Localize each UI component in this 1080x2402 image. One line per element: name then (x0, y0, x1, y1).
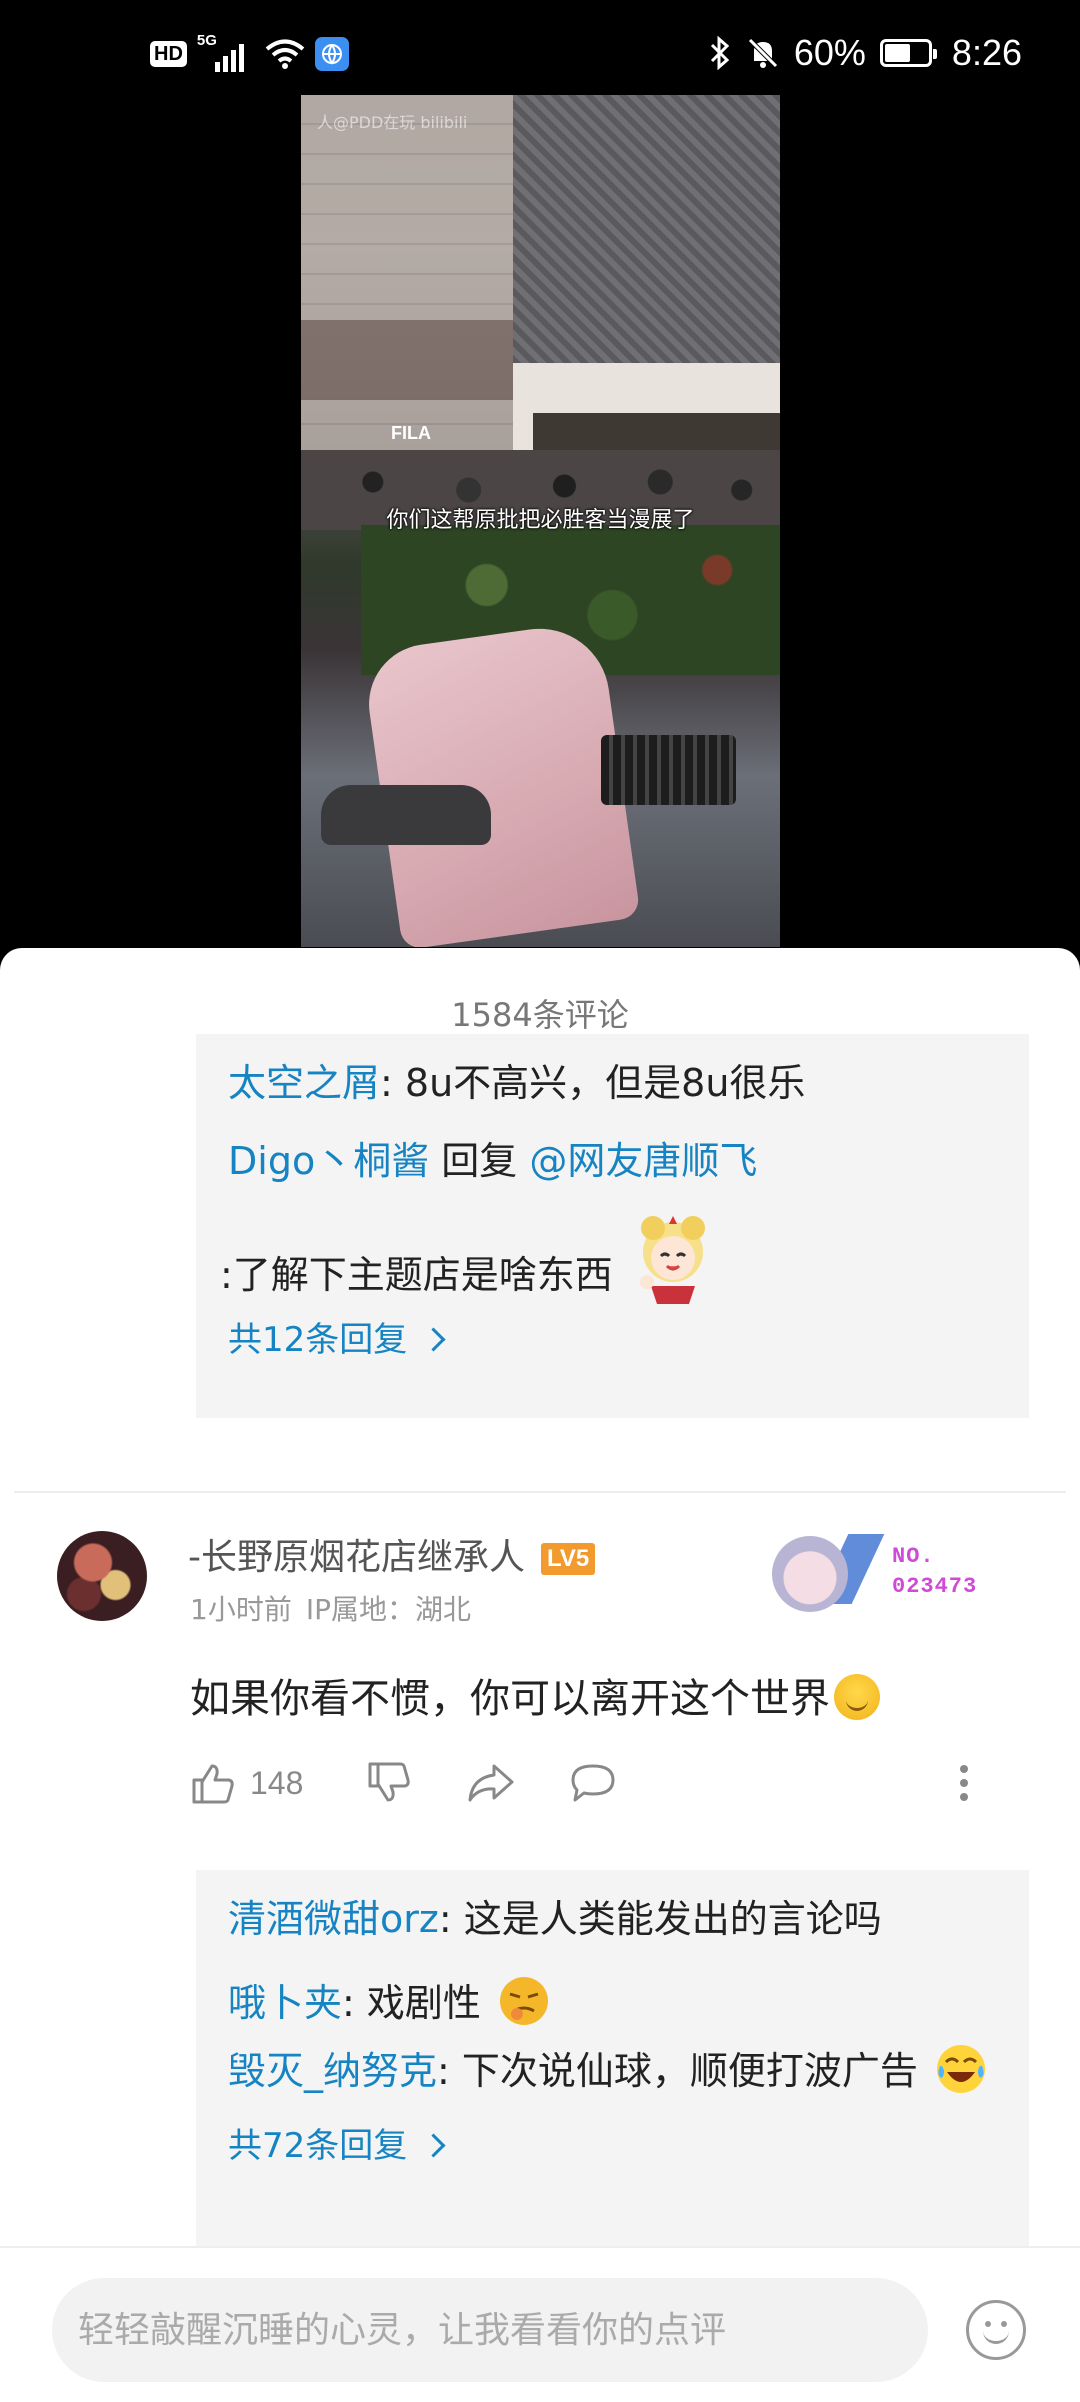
reply-username[interactable]: 太空之屑 (228, 1061, 380, 1105)
view-more-replies-link[interactable]: 共12条回复 (228, 1310, 997, 1370)
video-subtitle: 你们这帮原批把必胜客当漫展了 (386, 508, 695, 533)
mention-link[interactable]: @网友唐顺飞 (529, 1139, 757, 1183)
view-more-replies-link[interactable]: 共72条回复 (228, 2116, 997, 2176)
comment-input[interactable] (52, 2278, 928, 2382)
reply-button[interactable] (568, 1760, 618, 1806)
wifi-icon (265, 39, 305, 69)
reply-thread[interactable]: 清酒微甜orz: 这是人类能发出的言论吗 哦卜夹: 戏剧性 毁灭_纳努克: 下次… (196, 1870, 1029, 2246)
thumbs-down-icon (368, 1762, 410, 1802)
reply-item[interactable]: 太空之屑: 8u不高兴，但是8u很乐 (228, 1052, 997, 1114)
video-frame-building (301, 95, 521, 475)
smirk-emoji (500, 1977, 548, 2025)
video-frame-seat (321, 785, 491, 845)
reply-item[interactable]: 毁灭_纳努克: 下次说仙球，顺便打波广告 (228, 2040, 997, 2102)
reply-text: :了解下主题店是啥东西 (220, 1253, 613, 1297)
comment-author-row: -长野原烟花店继承人 LV5 (188, 1528, 596, 1580)
battery-icon (879, 39, 937, 67)
battery-percent: 60% (793, 32, 866, 73)
video-store-sign: FILA (391, 423, 431, 443)
reply-item[interactable]: Digo丶桐酱 回复 @网友唐顺飞 :了解下主题店是啥东西 (220, 1130, 997, 1306)
fan-badge-number: NO. 023473 (892, 1544, 978, 1599)
comment-sheet: 1584条评论 太空之屑: 8u不高兴，但是8u很乐 Digo丶桐酱 回复 @网… (0, 948, 1080, 2402)
divider (14, 1491, 1066, 1493)
hd-badge: HD (150, 41, 187, 67)
comment-time: 1小时前 (190, 1593, 292, 1626)
share-button[interactable] (466, 1760, 516, 1806)
chevron-right-icon (421, 2133, 446, 2158)
reply-thread[interactable]: 太空之屑: 8u不高兴，但是8u很乐 Digo丶桐酱 回复 @网友唐顺飞 :了解… (196, 1034, 1029, 1418)
comment-author[interactable]: -长野原烟花店继承人 (188, 1537, 525, 1578)
reply-username[interactable]: 哦卜夹 (228, 1981, 342, 2025)
clock: 8:26 (951, 32, 1022, 73)
video-frame-facade (513, 95, 780, 363)
comment-count: 1584条评论 (451, 996, 629, 1034)
comment-text: 如果你看不惯，你可以离开这个世界 (190, 1666, 880, 1724)
fan-badge[interactable]: NO. 023473 (762, 1526, 992, 1626)
comment-ip: IP属地：湖北 (305, 1593, 471, 1626)
like-count: 148 (250, 1764, 304, 1801)
reply-item[interactable]: 清酒微甜orz: 这是人类能发出的言论吗 (228, 1888, 997, 1950)
like-button[interactable]: 148 (190, 1760, 303, 1806)
signal-icon: 5G (197, 32, 255, 72)
laugh-cry-emoji (937, 2045, 985, 2093)
video-frame-jacket (361, 619, 641, 947)
reply-username[interactable]: Digo丶桐酱 (228, 1139, 429, 1183)
status-bar: HD 5G 60% 8:26 (0, 0, 1080, 95)
comment-bubble-icon (571, 1764, 615, 1802)
bluetooth-icon (710, 36, 730, 70)
reply-text: : 戏剧性 (342, 1981, 481, 2025)
browser-app-icon (314, 37, 349, 71)
reply-text: 8u不高兴，但是8u很乐 (404, 1061, 806, 1105)
chibi-girl-sticker (639, 1216, 705, 1304)
reply-username[interactable]: 毁灭_纳努克 (228, 2049, 437, 2093)
level-badge: LV5 (541, 1543, 596, 1575)
fan-badge-avatar (772, 1536, 848, 1612)
more-vertical-icon (960, 1765, 968, 1801)
network-type: 5G (196, 32, 217, 49)
video-player[interactable]: FILA 人@PDD在玩 bilibili 你们这帮原批把必胜客当漫展了 (301, 95, 780, 947)
share-icon (468, 1764, 514, 1802)
chevron-right-icon (421, 1327, 446, 1352)
comment-actions: 148 (190, 1760, 990, 1820)
more-options-button[interactable] (958, 1760, 970, 1806)
dislike-button[interactable] (366, 1760, 412, 1806)
avatar[interactable] (57, 1531, 147, 1621)
reply-text: : 下次说仙球，顺便打波广告 (437, 2049, 918, 2093)
thumbs-up-icon (192, 1764, 234, 1804)
reply-username[interactable]: 清酒微甜orz (228, 1897, 439, 1941)
hug-emoji (834, 1674, 880, 1720)
emoji-icon[interactable] (966, 2300, 1026, 2360)
mute-bell-icon (748, 38, 778, 68)
comment-meta: 1小时前 IP属地：湖北 (190, 1588, 471, 1628)
video-frame-basket (601, 735, 736, 805)
reply-text: : 这是人类能发出的言论吗 (438, 1897, 882, 1941)
comment-input-bar (0, 2246, 1080, 2402)
video-watermark: 人@PDD在玩 bilibili (317, 113, 468, 132)
reply-item[interactable]: 哦卜夹: 戏剧性 (228, 1972, 997, 2034)
